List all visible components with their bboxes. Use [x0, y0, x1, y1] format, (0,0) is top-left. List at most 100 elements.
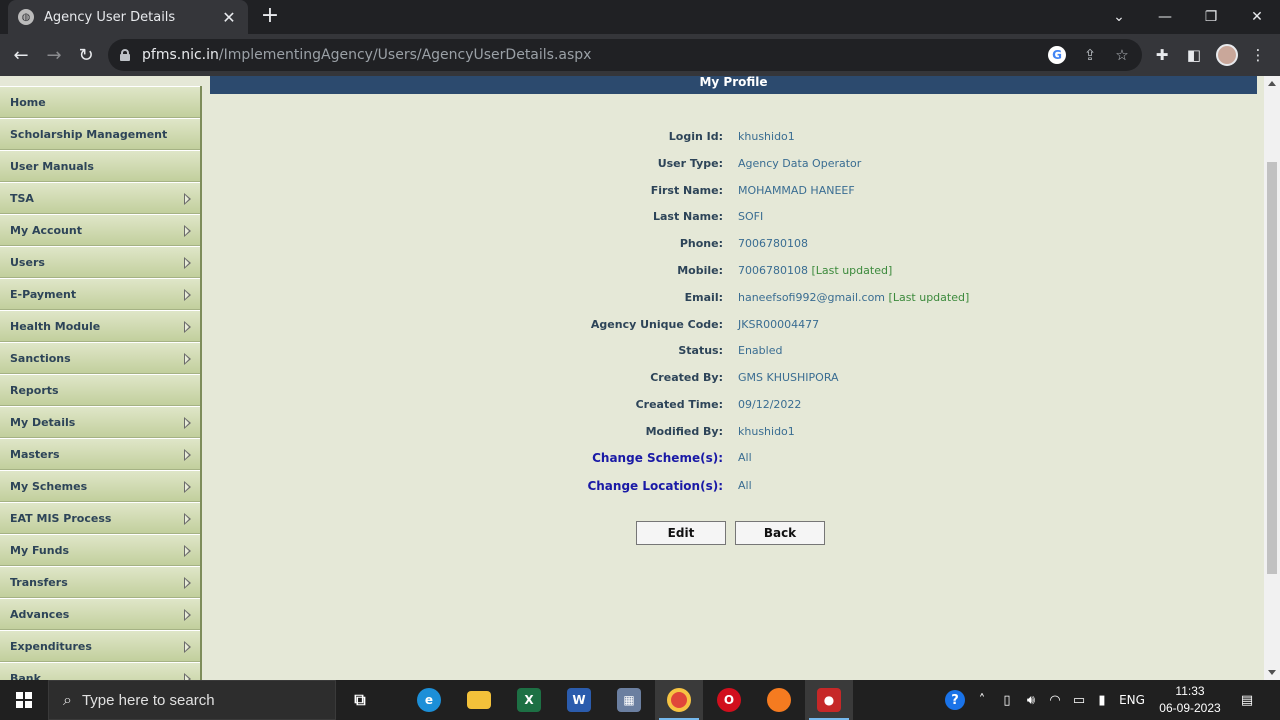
battery-icon[interactable]: ▭: [1068, 680, 1090, 720]
page-title: My Profile: [210, 76, 1257, 94]
volume-icon[interactable]: 🔊︎: [1020, 680, 1042, 720]
share-icon[interactable]: ⇪: [1080, 45, 1100, 65]
clock[interactable]: 11:33 06-09-2023: [1150, 683, 1230, 717]
field-value: 7006780108 [Last updated]: [738, 264, 892, 277]
globe-icon: ◍: [18, 9, 34, 25]
sidebar-item-health-module[interactable]: Health Module: [0, 310, 200, 342]
taskbar-search[interactable]: ⌕ Type here to search: [48, 680, 336, 720]
submenu-arrow-icon: [184, 353, 191, 365]
sidebar-item-e-payment[interactable]: E-Payment: [0, 278, 200, 310]
field-label: Modified By:: [645, 424, 723, 438]
reload-icon[interactable]: ↻: [71, 40, 101, 70]
chrome-icon[interactable]: [655, 680, 703, 720]
field-value-text: GMS KHUSHIPORA: [738, 371, 839, 385]
excel-icon[interactable]: X: [505, 680, 553, 720]
field-label: Login Id:: [668, 130, 723, 143]
sidebar-item-home[interactable]: Home: [0, 86, 200, 118]
field-label: First Name:: [650, 183, 723, 197]
calculator-icon[interactable]: ▦: [605, 680, 653, 720]
field-value: GMS KHUSHIPORA: [738, 371, 839, 384]
screen-recorder-icon[interactable]: ●: [805, 680, 853, 720]
browser-toolbar: ← → ↻ pfms.nic.in/ImplementingAgency/Use…: [0, 34, 1280, 76]
sidebar-item-label: E-Payment: [10, 287, 77, 301]
browser-tab[interactable]: ◍ Agency User Details ✕: [8, 0, 248, 34]
forward-arrow-icon[interactable]: →: [39, 40, 69, 70]
sidebar-item-transfers[interactable]: Transfers: [0, 566, 200, 598]
back-arrow-icon[interactable]: ←: [6, 40, 36, 70]
scroll-thumb[interactable]: [1267, 162, 1277, 574]
tab-title: Agency User Details: [44, 9, 176, 25]
profile-row: Login Id: khushido1: [210, 130, 1257, 150]
close-window-button[interactable]: ✕: [1234, 0, 1280, 34]
wifi-icon[interactable]: ◠: [1044, 680, 1066, 720]
sidebar-item-eat-mis-process[interactable]: EAT MIS Process: [0, 502, 200, 534]
edit-button[interactable]: Edit: [636, 521, 726, 545]
submenu-arrow-icon: [184, 609, 191, 621]
sidebar-item-sanctions[interactable]: Sanctions: [0, 342, 200, 374]
sidebar-item-my-funds[interactable]: My Funds: [0, 534, 200, 566]
sidebar-item-reports[interactable]: Reports: [0, 374, 200, 406]
url-path: /ImplementingAgency/Users/AgencyUserDeta…: [218, 47, 592, 63]
sidebar-item-label: Scholarship Management: [10, 127, 168, 141]
sidebar-item-user-manuals[interactable]: User Manuals: [0, 150, 200, 182]
page-scrollbar[interactable]: [1264, 76, 1280, 680]
sidebar-item-masters[interactable]: Masters: [0, 438, 200, 470]
sidebar-item-bank[interactable]: Bank: [0, 662, 200, 680]
usb-icon[interactable]: ▮: [1092, 680, 1112, 720]
back-button[interactable]: Back: [735, 521, 825, 545]
sidebar-item-label: My Schemes: [10, 479, 88, 493]
sidebar-item-label: Home: [10, 95, 46, 109]
field-label: Mobile:: [677, 264, 723, 277]
word-icon[interactable]: W: [555, 680, 603, 720]
sidebar-item-my-details[interactable]: My Details: [0, 406, 200, 438]
sidebar-item-tsa[interactable]: TSA: [0, 182, 200, 214]
help-icon[interactable]: ?: [940, 680, 970, 720]
notifications-icon[interactable]: ▤: [1234, 680, 1260, 720]
chevron-up-icon[interactable]: ˄: [972, 680, 992, 720]
field-value: Agency Data Operator: [738, 157, 861, 170]
field-value: khushido1: [738, 425, 795, 438]
restore-button[interactable]: ❐: [1188, 0, 1234, 34]
new-tab-button[interactable]: +: [258, 4, 282, 30]
change-location-link[interactable]: Change Location(s):: [587, 479, 723, 493]
opera-icon[interactable]: O: [705, 680, 753, 720]
profile-avatar[interactable]: [1216, 44, 1238, 66]
sidebar-item-my-account[interactable]: My Account: [0, 214, 200, 246]
file-explorer-icon[interactable]: [455, 680, 503, 720]
field-value-text: MOHAMMAD HANEEF: [738, 183, 855, 197]
sidebar-item-advances[interactable]: Advances: [0, 598, 200, 630]
scroll-down-icon[interactable]: [1268, 670, 1276, 675]
start-button[interactable]: [0, 680, 48, 720]
sidebar-item-my-schemes[interactable]: My Schemes: [0, 470, 200, 502]
task-view-icon[interactable]: ⧉: [336, 680, 384, 720]
minimize-button[interactable]: —: [1142, 0, 1188, 34]
network-device-icon[interactable]: ▯: [996, 680, 1018, 720]
sidebar-item-scholarship-management[interactable]: Scholarship Management: [0, 118, 200, 150]
firefox-icon[interactable]: [755, 680, 803, 720]
submenu-arrow-icon: [184, 417, 191, 429]
search-icon: ⌕: [63, 690, 72, 709]
extensions-icon[interactable]: ✚: [1152, 45, 1172, 65]
bookmark-star-icon[interactable]: ☆: [1112, 45, 1132, 65]
close-tab-icon[interactable]: ✕: [220, 8, 238, 27]
sidebar-item-expenditures[interactable]: Expenditures: [0, 630, 200, 662]
field-value: Enabled: [738, 344, 782, 357]
language-indicator[interactable]: ENG: [1116, 680, 1148, 720]
submenu-arrow-icon: [184, 481, 191, 493]
field-value: haneefsofi992@gmail.com [Last updated]: [738, 291, 969, 304]
change-scheme-link[interactable]: Change Scheme(s):: [592, 451, 723, 465]
menu-dots-icon[interactable]: ⋮: [1248, 45, 1268, 65]
address-bar[interactable]: pfms.nic.in/ImplementingAgency/Users/Age…: [108, 39, 1142, 71]
edge-icon[interactable]: e: [405, 680, 453, 720]
side-panel-icon[interactable]: ◧: [1184, 45, 1204, 65]
submenu-arrow-icon: [184, 193, 191, 205]
field-label: Phone:: [679, 237, 723, 251]
submenu-arrow-icon: [184, 577, 191, 589]
sidebar-item-users[interactable]: Users: [0, 246, 200, 278]
google-lens-icon[interactable]: G: [1048, 46, 1066, 64]
field-label: User Type:: [657, 156, 723, 170]
tab-search-icon[interactable]: ⌄: [1096, 0, 1142, 34]
scroll-up-icon[interactable]: [1268, 81, 1276, 86]
profile-row: Created Time: 09/12/2022: [210, 398, 1257, 418]
field-value-text: Agency Data Operator: [738, 156, 862, 170]
